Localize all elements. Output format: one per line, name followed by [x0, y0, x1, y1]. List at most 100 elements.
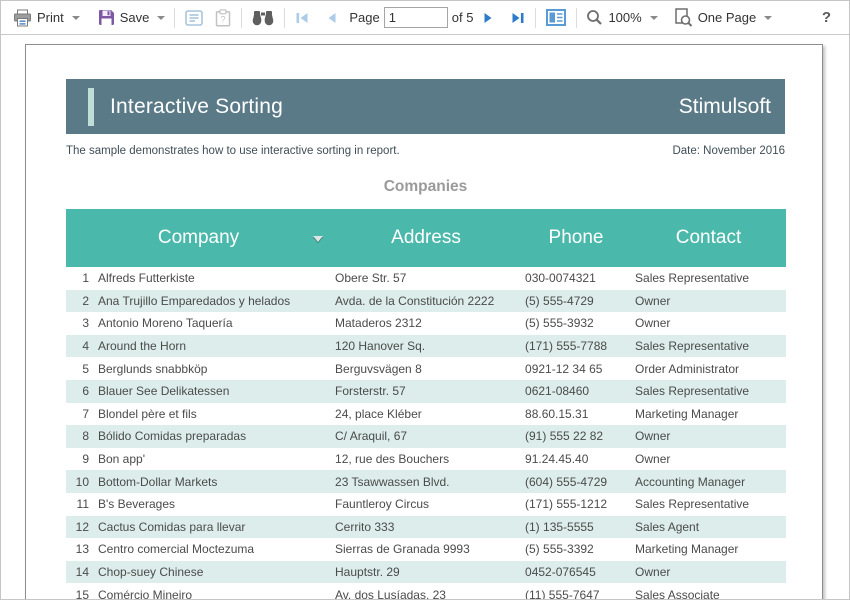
column-header-label: Address	[391, 227, 461, 248]
cell-phone: (5) 555-3932	[521, 312, 631, 335]
row-number: 13	[66, 538, 94, 561]
save-label: Save	[120, 10, 150, 25]
cell-address: Forsterstr. 57	[331, 380, 521, 403]
save-button[interactable]: Save	[93, 6, 171, 29]
cell-phone: (604) 555-4729	[521, 470, 631, 493]
cell-contact: Owner	[631, 425, 786, 448]
last-page-button[interactable]	[505, 8, 531, 28]
next-page-icon	[483, 11, 495, 25]
cell-contact: Sales Representative	[631, 493, 786, 516]
cell-contact: Owner	[631, 312, 786, 335]
cell-address: Obere Str. 57	[331, 267, 521, 290]
print-button[interactable]: Print	[8, 6, 85, 30]
row-number: 5	[66, 357, 94, 380]
cell-contact: Owner	[631, 448, 786, 471]
toolbar: Print Save	[1, 1, 849, 35]
cell-contact: Marketing Manager	[631, 403, 786, 426]
table-row: 9 Bon app' 12, rue des Bouchers 91.24.45…	[66, 448, 786, 471]
cell-phone: 88.60.15.31	[521, 403, 631, 426]
cell-contact: Sales Associate	[631, 583, 786, 599]
cell-contact: Accounting Manager	[631, 470, 786, 493]
cell-company: Chop-suey Chinese	[94, 561, 331, 584]
row-number: 7	[66, 403, 94, 426]
view-mode-label: One Page	[698, 10, 757, 25]
caret-down-icon	[650, 16, 658, 20]
editor-button: ?	[209, 6, 237, 30]
svg-text:?: ?	[221, 14, 226, 24]
cell-address: Berguvsvägen 8	[331, 357, 521, 380]
help-button[interactable]: ?	[814, 7, 839, 28]
cell-address: Mataderos 2312	[331, 312, 521, 335]
cell-address: C/ Araquil, 67	[331, 425, 521, 448]
cell-phone: 0921-12 34 65	[521, 357, 631, 380]
parameters-panel-icon	[185, 10, 203, 26]
cell-phone: 91.24.45.40	[521, 448, 631, 471]
parameters-button	[179, 7, 209, 29]
prev-page-button	[319, 8, 343, 28]
cell-contact: Order Administrator	[631, 357, 786, 380]
cell-contact: Sales Representative	[631, 267, 786, 290]
cell-contact: Owner	[631, 561, 786, 584]
magnifier-icon	[586, 9, 603, 26]
cell-phone: 0621-08460	[521, 380, 631, 403]
prev-page-icon	[325, 11, 337, 25]
brand-label: Stimulsoft	[679, 95, 771, 119]
cell-address: Sierras de Granada 9993	[331, 538, 521, 561]
column-header-address[interactable]: Address	[331, 209, 521, 267]
cell-company: Bottom-Dollar Markets	[94, 470, 331, 493]
table-row: 11 B's Beverages Fauntleroy Circus (171)…	[66, 493, 786, 516]
cell-company: Blondel père et fils	[94, 403, 331, 426]
table-row: 12 Cactus Comidas para llevar Cerrito 33…	[66, 516, 786, 539]
cell-address: Hauptstr. 29	[331, 561, 521, 584]
row-number: 2	[66, 290, 94, 313]
column-header-label: Company	[158, 227, 239, 248]
cell-contact: Sales Representative	[631, 380, 786, 403]
column-header-contact[interactable]: Contact	[631, 209, 786, 267]
column-header-company[interactable]: Company	[66, 209, 331, 267]
column-header-phone[interactable]: Phone	[521, 209, 631, 267]
report-header-band: Interactive Sorting Stimulsoft	[66, 79, 785, 134]
row-number: 8	[66, 425, 94, 448]
page-count-label: of 5	[452, 10, 474, 25]
report-title: Interactive Sorting	[110, 95, 283, 119]
page-label: Page	[349, 10, 379, 25]
view-mode-button[interactable]: One Page	[669, 5, 778, 30]
cell-company: Cactus Comidas para llevar	[94, 516, 331, 539]
cell-address: 120 Hanover Sq.	[331, 335, 521, 358]
caret-down-icon	[764, 16, 772, 20]
caret-down-icon	[157, 16, 165, 20]
cell-company: Comércio Mineiro	[94, 583, 331, 599]
row-number: 14	[66, 561, 94, 584]
cell-address: 24, place Kléber	[331, 403, 521, 426]
cell-company: Centro comercial Moctezuma	[94, 538, 331, 561]
cell-company: B's Beverages	[94, 493, 331, 516]
table-row: 3 Antonio Moreno Taquería Mataderos 2312…	[66, 312, 786, 335]
next-page-button[interactable]	[477, 8, 501, 28]
row-number: 15	[66, 583, 94, 599]
accent-bar	[88, 88, 94, 126]
cell-address: 12, rue des Bouchers	[331, 448, 521, 471]
cell-company: Around the Horn	[94, 335, 331, 358]
bookmarks-button[interactable]	[540, 6, 572, 29]
caret-down-icon	[72, 16, 80, 20]
toolbar-separator	[174, 8, 175, 28]
one-page-icon	[674, 8, 693, 27]
print-label: Print	[37, 10, 64, 25]
viewer-area: Interactive Sorting Stimulsoft The sampl…	[1, 35, 849, 599]
page-number-input[interactable]	[384, 7, 448, 28]
binoculars-icon	[252, 9, 274, 26]
report-page: Interactive Sorting Stimulsoft The sampl…	[25, 44, 823, 599]
cell-company: Antonio Moreno Taquería	[94, 312, 331, 335]
company-table-body: 1 Alfreds Futterkiste Obere Str. 57 030-…	[66, 267, 786, 599]
table-row: 13 Centro comercial Moctezuma Sierras de…	[66, 538, 786, 561]
cell-contact: Sales Agent	[631, 516, 786, 539]
find-button[interactable]	[246, 6, 280, 29]
column-header-label: Phone	[549, 227, 604, 248]
save-icon	[98, 9, 115, 26]
row-number: 9	[66, 448, 94, 471]
zoom-button[interactable]: 100%	[581, 6, 662, 29]
report-viewer-window: Print Save	[0, 0, 850, 600]
clipboard-question-icon: ?	[215, 9, 231, 27]
row-number: 6	[66, 380, 94, 403]
first-page-icon	[295, 11, 309, 25]
